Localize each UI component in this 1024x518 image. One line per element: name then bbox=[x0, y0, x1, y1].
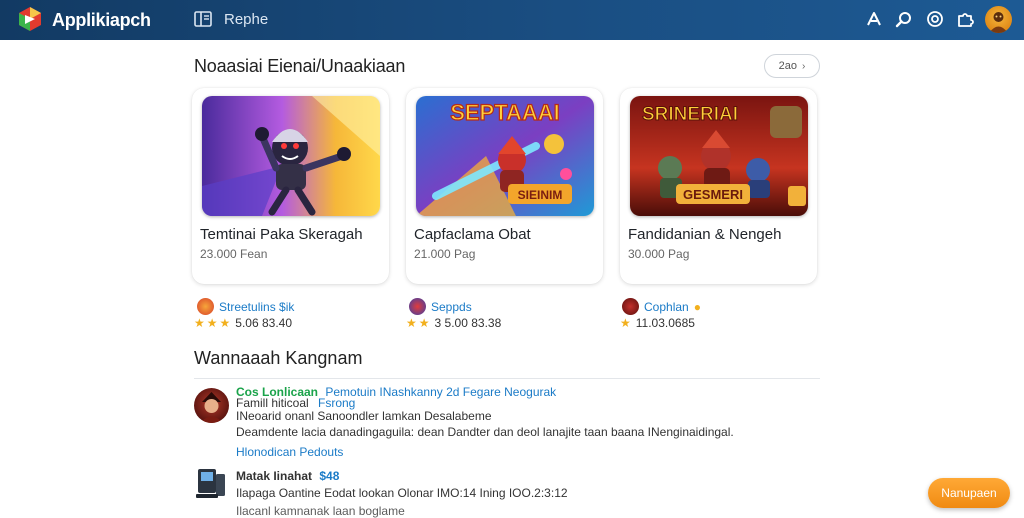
game-title[interactable]: Fandidanian & Nengeh bbox=[628, 226, 781, 243]
review-subline: Famill hiticoal bbox=[236, 396, 309, 410]
star-icon: ★ bbox=[418, 316, 430, 330]
search-icon[interactable] bbox=[895, 10, 913, 28]
thumb-title-text: SEPTAAAI bbox=[450, 100, 560, 125]
star-icon: ★ bbox=[194, 316, 205, 330]
star-icon: ★ bbox=[406, 316, 417, 330]
rating-text: 5.06 83.40 bbox=[235, 316, 293, 330]
floating-action-button[interactable]: Nanupaen bbox=[928, 478, 1010, 508]
developer-name[interactable]: Cophlan bbox=[644, 300, 689, 314]
target-icon[interactable] bbox=[926, 10, 944, 28]
review-link[interactable]: Hlonodican Pedouts bbox=[236, 445, 343, 459]
developer-row[interactable]: Cophlan ● bbox=[622, 298, 701, 315]
review-text: Deamdente lacia danadingaguila: dean Dan… bbox=[236, 425, 734, 439]
developer-row[interactable]: Streetulins $ik bbox=[197, 298, 294, 315]
see-all-button[interactable]: 2ao › bbox=[764, 54, 820, 78]
developer-name[interactable]: Seppds bbox=[431, 300, 472, 314]
developer-row[interactable]: Seppds bbox=[409, 298, 472, 315]
puzzle-icon[interactable] bbox=[956, 10, 974, 28]
developer-avatar bbox=[409, 298, 426, 315]
rating-row: ★ ★ 3 5.00 83.38 bbox=[406, 316, 501, 330]
reviewer-avatar[interactable] bbox=[194, 388, 229, 423]
reviews-section-title: Wannaaah Kangnam bbox=[194, 348, 363, 368]
game-meta: 23.000 Fean bbox=[200, 247, 268, 261]
game-card[interactable]: SEPTAAAI SIEINIM Capfaclama Obat 21.000 … bbox=[406, 88, 603, 284]
game-title[interactable]: Temtinai Paka Skeragah bbox=[200, 226, 363, 243]
thumb-subtitle-text: GESMERI bbox=[683, 187, 743, 202]
rating-row: ★ 11.03.0685 bbox=[620, 316, 695, 330]
reviewer-name[interactable]: Matak Iinahat bbox=[236, 469, 312, 483]
computer-icon[interactable] bbox=[194, 466, 228, 500]
developer-avatar bbox=[197, 298, 214, 315]
game-thumbnail[interactable]: SEPTAAAI SIEINIM bbox=[416, 96, 594, 216]
developer-avatar bbox=[622, 298, 639, 315]
review-text: Ilapaga Oantine Eodat lookan Olonar IMO:… bbox=[236, 486, 568, 500]
badge-icon: ● bbox=[693, 299, 701, 314]
thumb-subtitle-text: SIEINIM bbox=[518, 188, 563, 202]
review-text: INeoarid onanl Sanoondler lamkan Desalab… bbox=[236, 409, 492, 423]
star-icon: ★ bbox=[206, 316, 218, 330]
review-subline-link[interactable]: Fsrong bbox=[318, 396, 355, 410]
avatar[interactable] bbox=[985, 6, 1012, 33]
see-all-label: 2ao bbox=[778, 60, 797, 72]
rating-text: 3 5.00 83.38 bbox=[434, 316, 502, 330]
review-tag[interactable]: Pemotuin INashkanny 2d Fegare Neogurak bbox=[325, 385, 556, 399]
menu-icon[interactable] bbox=[194, 11, 212, 27]
review-text: Ilacanl kamnanak laan boglame bbox=[236, 504, 405, 518]
app-title[interactable]: Applikiapch bbox=[52, 10, 151, 31]
game-thumbnail[interactable] bbox=[202, 96, 380, 216]
review-header: Matak Iinahat $48 bbox=[236, 469, 339, 483]
price-tag: $48 bbox=[319, 469, 340, 483]
nav-label[interactable]: Rephe bbox=[224, 11, 268, 28]
fab-label: Nanupaen bbox=[941, 486, 997, 500]
divider bbox=[194, 378, 820, 379]
top-app-bar: Applikiapch Rephe bbox=[0, 0, 1024, 40]
developer-name[interactable]: Streetulins $ik bbox=[219, 300, 294, 314]
nav-icon[interactable] bbox=[865, 10, 883, 28]
game-card[interactable]: Temtinai Paka Skeragah 23.000 Fean bbox=[192, 88, 389, 284]
logo-icon[interactable] bbox=[16, 5, 44, 33]
chevron-right-icon: › bbox=[802, 60, 806, 72]
game-title[interactable]: Capfaclama Obat bbox=[414, 226, 531, 243]
rating-text: 11.03.0685 bbox=[635, 316, 695, 330]
star-icon: ★ bbox=[620, 316, 631, 330]
rating-row: ★ ★ ★ 5.06 83.40 bbox=[194, 316, 292, 330]
thumb-title-text: SRINERIAI bbox=[642, 104, 738, 125]
game-meta: 30.000 Pag bbox=[628, 247, 690, 261]
game-card[interactable]: SRINERIAI GESMERI Fandidanian & Nengeh 3… bbox=[620, 88, 817, 284]
game-thumbnail[interactable]: SRINERIAI GESMERI bbox=[630, 96, 808, 216]
star-icon: ★ bbox=[219, 316, 231, 330]
game-meta: 21.000 Pag bbox=[414, 247, 476, 261]
featured-section-title: Noaasiai Eienai/Unaakiaan bbox=[194, 56, 406, 76]
